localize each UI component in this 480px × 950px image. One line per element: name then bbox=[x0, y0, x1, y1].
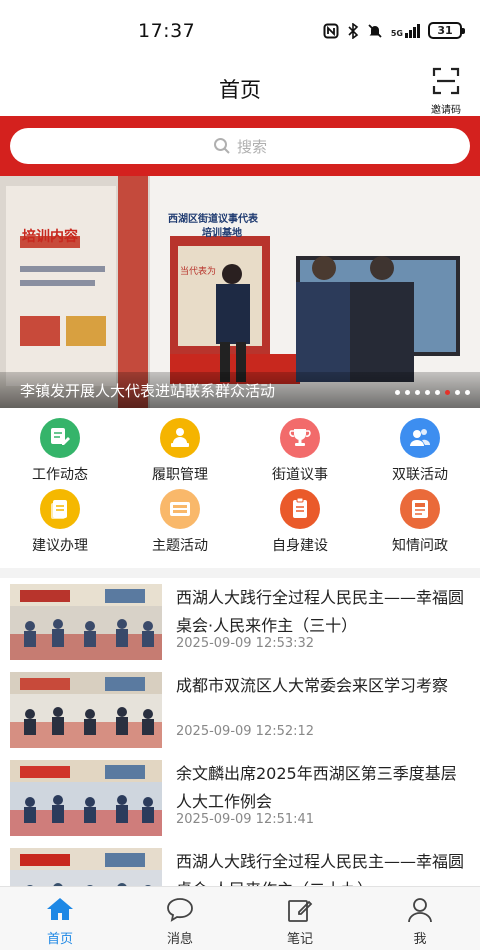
banner-caption: 李镇发开展人大代表进站联系群众活动 bbox=[20, 382, 276, 400]
search-input[interactable]: 搜索 bbox=[10, 128, 470, 164]
tab-label: 首页 bbox=[46, 932, 73, 947]
status-time: 17:37 bbox=[138, 20, 196, 42]
banner-sign-line1: 西湖区街道议事代表 bbox=[168, 214, 258, 225]
user-icon bbox=[408, 898, 432, 923]
tab-3[interactable]: 笔记 bbox=[260, 895, 340, 947]
menu-item-label: 知情问政 bbox=[392, 538, 448, 554]
menu-item-label: 履职管理 bbox=[152, 467, 208, 483]
carousel-dot[interactable] bbox=[435, 390, 440, 395]
search-band: 搜索 bbox=[0, 116, 480, 176]
news-title: 成都市双流区人大常委会来区学习考察 bbox=[176, 676, 449, 695]
menu-item-label: 双联活动 bbox=[392, 467, 448, 483]
card-icon bbox=[160, 489, 200, 529]
banner-wall-text: 当代表为 bbox=[180, 267, 217, 277]
document-stack-icon bbox=[40, 489, 80, 529]
menu-item-8[interactable]: 知情问政 bbox=[360, 489, 480, 555]
menu-item-label: 工作动态 bbox=[32, 467, 88, 483]
carousel-dot[interactable] bbox=[425, 390, 430, 395]
bottom-tab-bar: 首页 消息 笔记 我 bbox=[0, 886, 480, 950]
people-icon bbox=[400, 418, 440, 458]
banner-carousel[interactable]: 培训内容 西湖区街道议事代表 培训基地 当代表为 李镇发开展人大代表进站联系群众… bbox=[0, 176, 480, 408]
news-item[interactable]: 西湖人大践行全过程人民民主——幸福圆桌会·人民来作主（二十九） bbox=[0, 842, 480, 886]
bluetooth-icon bbox=[348, 22, 359, 39]
menu-item-label: 自身建设 bbox=[272, 538, 328, 554]
note-edit-icon bbox=[288, 900, 313, 922]
id-card-icon bbox=[400, 489, 440, 529]
banner-sign-line2: 培训基地 bbox=[202, 228, 242, 239]
tab-label: 我 bbox=[413, 932, 427, 947]
quick-menu-grid: 工作动态 履职管理 街道议事 双联活动建议办理 主题活动 自身建设 知情问政 bbox=[0, 408, 480, 568]
menu-item-label: 街道议事 bbox=[272, 467, 328, 483]
news-thumbnail bbox=[10, 848, 162, 886]
news-list: 西湖人大践行全过程人民民主——幸福圆桌会·人民来作主（三十） 2025-09-09… bbox=[0, 578, 480, 886]
section-divider bbox=[0, 568, 480, 578]
news-thumbnail bbox=[10, 760, 162, 836]
news-item[interactable]: 成都市双流区人大常委会来区学习考察 2025-09-09 12:52:12 bbox=[0, 666, 480, 754]
banner-board-text: 培训内容 bbox=[22, 229, 78, 245]
home-icon bbox=[47, 898, 73, 920]
status-icons: 5G 31 bbox=[323, 22, 465, 39]
search-icon bbox=[213, 138, 230, 154]
news-time: 2025-09-09 12:51:41 bbox=[176, 812, 315, 827]
menu-item-5[interactable]: 建议办理 bbox=[0, 489, 120, 555]
scan-icon bbox=[432, 67, 460, 95]
carousel-dot[interactable] bbox=[455, 390, 460, 395]
trophy-icon bbox=[280, 418, 320, 458]
invite-code-button[interactable]: 邀请码 bbox=[426, 66, 466, 116]
news-thumbnail bbox=[10, 584, 162, 660]
page-title: 首页 bbox=[219, 78, 261, 102]
news-time: 2025-09-09 12:52:12 bbox=[176, 724, 315, 739]
news-title: 余文麟出席2025年西湖区第三季度基层人大工作例会 bbox=[176, 764, 457, 811]
invite-code-label: 邀请码 bbox=[431, 105, 461, 116]
edit-doc-icon bbox=[40, 418, 80, 458]
status-bar: 17:37 5G 31 bbox=[0, 0, 480, 62]
carousel-dot[interactable] bbox=[395, 390, 400, 395]
news-title: 西湖人大践行全过程人民民主——幸福圆桌会·人民来作主（三十） bbox=[176, 588, 465, 635]
menu-item-1[interactable]: 工作动态 bbox=[0, 418, 120, 484]
person-desk-icon bbox=[160, 418, 200, 458]
signal-icon: 5G bbox=[390, 23, 420, 38]
menu-item-label: 建议办理 bbox=[32, 538, 88, 554]
battery-icon: 31 bbox=[428, 22, 465, 39]
menu-item-7[interactable]: 自身建设 bbox=[240, 489, 360, 555]
tab-4[interactable]: 我 bbox=[380, 895, 460, 947]
tab-label: 消息 bbox=[166, 932, 193, 947]
header: 首页 邀请码 bbox=[0, 62, 480, 116]
mute-bell-icon bbox=[368, 23, 382, 38]
carousel-dot[interactable] bbox=[465, 390, 470, 395]
network-type: 5G bbox=[390, 28, 403, 38]
chat-bubble-icon bbox=[167, 898, 193, 922]
tab-1[interactable]: 首页 bbox=[20, 895, 100, 947]
carousel-dot[interactable] bbox=[445, 390, 450, 395]
tab-label: 笔记 bbox=[286, 932, 313, 947]
battery-level: 31 bbox=[437, 24, 453, 37]
menu-item-4[interactable]: 双联活动 bbox=[360, 418, 480, 484]
menu-item-2[interactable]: 履职管理 bbox=[120, 418, 240, 484]
clipboard-icon bbox=[280, 489, 320, 529]
news-item[interactable]: 余文麟出席2025年西湖区第三季度基层人大工作例会 2025-09-09 12:5… bbox=[0, 754, 480, 842]
search-placeholder: 搜索 bbox=[236, 137, 267, 156]
carousel-indicators bbox=[395, 390, 470, 395]
menu-item-6[interactable]: 主题活动 bbox=[120, 489, 240, 555]
menu-item-3[interactable]: 街道议事 bbox=[240, 418, 360, 484]
nfc-icon bbox=[323, 23, 339, 38]
news-time: 2025-09-09 12:53:32 bbox=[176, 636, 315, 651]
carousel-dot[interactable] bbox=[415, 390, 420, 395]
news-thumbnail bbox=[10, 672, 162, 748]
tab-2[interactable]: 消息 bbox=[140, 895, 220, 947]
menu-item-label: 主题活动 bbox=[152, 538, 208, 554]
news-item[interactable]: 西湖人大践行全过程人民民主——幸福圆桌会·人民来作主（三十） 2025-09-09… bbox=[0, 578, 480, 666]
carousel-dot[interactable] bbox=[405, 390, 410, 395]
news-title: 西湖人大践行全过程人民民主——幸福圆桌会·人民来作主（二十九） bbox=[176, 852, 465, 886]
